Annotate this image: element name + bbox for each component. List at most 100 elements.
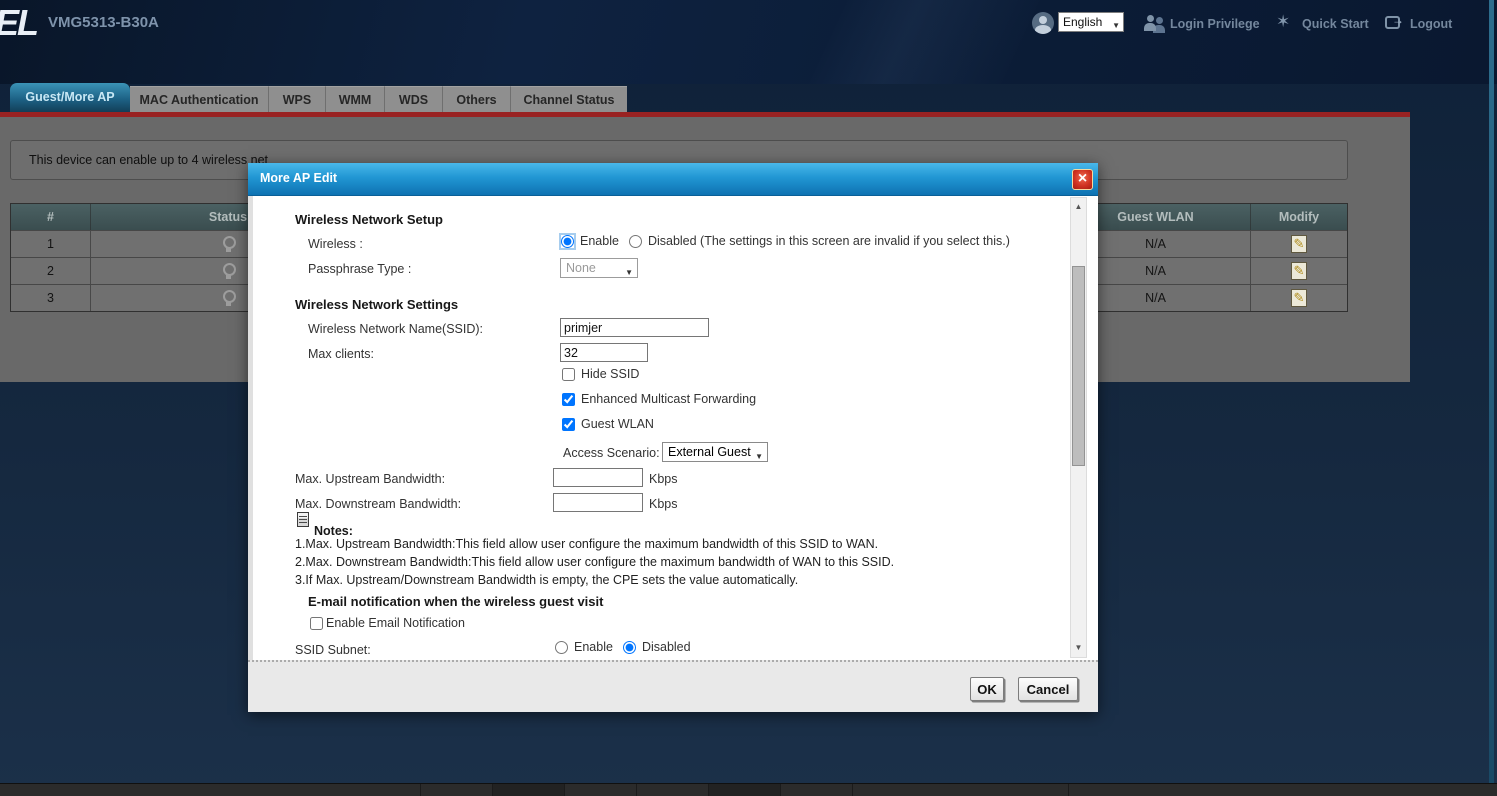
downstream-label: Max. Downstream Bandwidth:	[295, 497, 461, 511]
hide-ssid-row: Hide SSID	[562, 367, 639, 381]
wireless-radio-group: Enable Disabled (The settings in this sc…	[561, 234, 1010, 248]
right-edge-accent	[1489, 0, 1494, 783]
more-ap-edit-dialog: More AP Edit × Wireless Network Setup Wi…	[248, 163, 1098, 712]
login-privilege-link[interactable]: Login Privilege	[1170, 17, 1260, 31]
dialog-titlebar[interactable]: More AP Edit ×	[248, 163, 1098, 196]
taskbar	[0, 783, 1497, 796]
guest-wlan-checkbox[interactable]	[562, 418, 575, 431]
access-scenario-label: Access Scenario:	[563, 446, 660, 460]
enhanced-multicast-label: Enhanced Multicast Forwarding	[581, 392, 756, 406]
ssid-subnet-radio-group: Enable Disabled	[555, 640, 691, 654]
wireless-label: Wireless :	[308, 237, 363, 251]
max-clients-label: Max clients:	[308, 347, 374, 361]
modify-edit-icon[interactable]: ✎	[1291, 262, 1307, 280]
taskbar-divider	[852, 784, 853, 796]
row-num: 1	[11, 231, 91, 257]
passphrase-type-label: Passphrase Type :	[308, 262, 411, 276]
status-bulb-icon	[222, 236, 235, 253]
language-select[interactable]: English ▼	[1058, 12, 1124, 32]
email-notification-row: Enable Email Notification	[310, 616, 465, 630]
modify-edit-icon[interactable]: ✎	[1291, 235, 1307, 253]
tab-mac-authentication[interactable]: MAC Authentication	[130, 86, 269, 112]
scroll-up-icon[interactable]: ▲	[1071, 199, 1086, 215]
language-value: English	[1063, 15, 1102, 29]
wireless-disabled-radio[interactable]	[629, 235, 642, 248]
close-icon[interactable]: ×	[1072, 169, 1093, 190]
cancel-button[interactable]: Cancel	[1018, 677, 1078, 701]
scroll-down-icon[interactable]: ▼	[1071, 640, 1086, 656]
ssid-label: Wireless Network Name(SSID):	[308, 322, 483, 336]
taskbar-divider	[564, 784, 565, 796]
max-clients-input[interactable]	[560, 343, 648, 362]
passphrase-type-select[interactable]: None ▼	[560, 258, 638, 278]
router-admin-screen: EL VMG5313-B30A English ▼ Login Privileg…	[0, 0, 1497, 796]
tab-guest-more-ap[interactable]: Guest/More AP	[10, 83, 130, 112]
tab-bar: Guest/More AP MAC Authentication WPS WMM…	[10, 83, 627, 112]
note-line: 3.If Max. Upstream/Downstream Bandwidth …	[295, 573, 798, 587]
row-num: 2	[11, 258, 91, 284]
section-email-notification: E-mail notification when the wireless gu…	[308, 594, 603, 609]
note-line: 2.Max. Downstream Bandwidth:This field a…	[295, 555, 894, 569]
hide-ssid-checkbox[interactable]	[562, 368, 575, 381]
logout-icon	[1385, 16, 1400, 29]
chevron-down-icon: ▼	[755, 448, 763, 466]
dialog-scrollbar[interactable]: ▲ ▼	[1070, 197, 1087, 658]
chevron-down-icon: ▼	[625, 264, 633, 282]
enhanced-multicast-checkbox[interactable]	[562, 393, 575, 406]
downstream-input[interactable]	[553, 493, 643, 512]
dialog-title: More AP Edit	[260, 171, 337, 185]
upstream-unit: Kbps	[649, 472, 678, 486]
upstream-input[interactable]	[553, 468, 643, 487]
ssid-subnet-disabled-radio[interactable]	[623, 641, 636, 654]
access-scenario-value: External Guest	[668, 445, 751, 459]
emf-row: Enhanced Multicast Forwarding	[562, 392, 756, 406]
guest-wlan-row: Guest WLAN	[562, 417, 654, 431]
ssid-subnet-label: SSID Subnet:	[295, 643, 371, 657]
taskbar-divider	[420, 784, 421, 796]
note-line: 1.Max. Upstream Bandwidth:This field all…	[295, 537, 878, 551]
info-text: This device can enable up to 4 wireless …	[29, 153, 268, 167]
wireless-enable-radio[interactable]	[561, 235, 574, 248]
tab-channel-status[interactable]: Channel Status	[511, 86, 627, 112]
chevron-down-icon: ▼	[1112, 17, 1120, 35]
taskbar-segment	[492, 784, 564, 796]
tab-others[interactable]: Others	[443, 86, 511, 112]
access-scenario-select[interactable]: External Guest ▼	[662, 442, 768, 462]
brand-logo: EL	[0, 2, 37, 44]
taskbar-divider	[636, 784, 637, 796]
device-model: VMG5313-B30A	[48, 14, 159, 31]
ok-button[interactable]: OK	[970, 677, 1004, 701]
taskbar-divider	[780, 784, 781, 796]
section-wireless-network-setup: Wireless Network Setup	[295, 212, 443, 227]
ssid-input[interactable]	[560, 318, 709, 337]
guest-wlan-label: Guest WLAN	[581, 417, 654, 431]
quick-start-link[interactable]: Quick Start	[1302, 17, 1369, 31]
ssid-subnet-enable-label: Enable	[574, 640, 613, 654]
modify-edit-icon[interactable]: ✎	[1291, 289, 1307, 307]
hide-ssid-label: Hide SSID	[581, 367, 639, 381]
col-header-num: #	[11, 204, 91, 230]
section-wireless-network-settings: Wireless Network Settings	[295, 297, 458, 312]
notes-document-icon	[297, 512, 309, 527]
quick-start-icon: ✶	[1276, 12, 1290, 32]
wireless-enable-label: Enable	[580, 234, 619, 248]
dialog-footer: OK Cancel	[248, 660, 1098, 712]
logout-link[interactable]: Logout	[1410, 17, 1452, 31]
status-bulb-icon	[222, 290, 235, 307]
taskbar-divider	[492, 784, 493, 796]
email-notification-checkbox[interactable]	[310, 617, 323, 630]
scrollbar-thumb[interactable]	[1072, 266, 1085, 466]
login-privilege-icon	[1144, 15, 1166, 33]
ssid-subnet-enable-radio[interactable]	[555, 641, 568, 654]
col-header-modify: Modify	[1251, 204, 1347, 230]
upstream-label: Max. Upstream Bandwidth:	[295, 472, 445, 486]
tab-wmm[interactable]: WMM	[326, 86, 385, 112]
passphrase-type-value: None	[566, 261, 596, 275]
tab-wps[interactable]: WPS	[269, 86, 326, 112]
tab-wds[interactable]: WDS	[385, 86, 443, 112]
row-num: 3	[11, 285, 91, 311]
taskbar-divider	[708, 784, 709, 796]
user-avatar-icon	[1032, 12, 1054, 34]
taskbar-divider	[1068, 784, 1069, 796]
email-notification-label: Enable Email Notification	[326, 616, 465, 630]
